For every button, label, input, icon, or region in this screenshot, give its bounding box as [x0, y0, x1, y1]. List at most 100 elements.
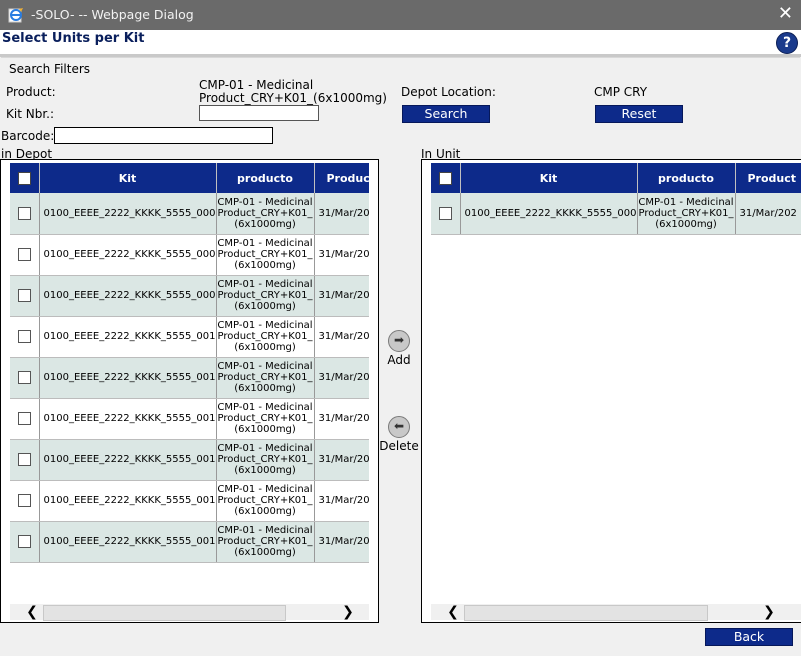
producto-cell: CMP-01 - Medicinal Product_CRY+K01_ (6x100… [637, 193, 736, 235]
kit-cell: 0100_EEEE_2222_KKKK_5555_0008 [39, 234, 217, 276]
producto-line: Product_CRY+K01_ [217, 495, 313, 506]
search-filters-panel: Search Filters Product: CMP-01 - Medicin… [1, 57, 800, 128]
select-all-header [431, 163, 461, 193]
table-row[interactable]: 0100_EEEE_2222_KKKK_5555_0009 CMP-01 - Me… [10, 275, 369, 317]
producto-cell: CMP-01 - Medicinal Product_CRY+K01_ (6x100… [216, 316, 315, 358]
back-button[interactable]: Back [705, 628, 793, 646]
row-select-cell [10, 521, 40, 563]
producto-line: (6x1000mg) [234, 260, 296, 271]
scroll-right-icon[interactable]: ❯ [761, 604, 777, 620]
producto-cell: CMP-01 - Medicinal Product_CRY+K01_ (6x100… [216, 357, 315, 399]
table-row[interactable]: 0100_EEEE_2222_KKKK_5555_0011 CMP-01 - Me… [10, 357, 369, 399]
scroll-left-icon[interactable]: ❮ [24, 604, 40, 620]
producto-line: Product_CRY+K01_ [638, 207, 734, 219]
kit-cell: 0100_EEEE_2222_KKKK_5555_0015 [39, 521, 217, 563]
row-checkbox[interactable] [17, 453, 31, 466]
help-icon[interactable]: ? [776, 32, 798, 54]
kit-column-header[interactable]: Kit [39, 163, 217, 193]
table-row[interactable]: 0100_EEEE_2222_KKKK_5555_0006 CMP-01 - Me… [431, 193, 801, 235]
producto-line: CMP-01 - Medicinal [638, 196, 734, 208]
row-checkbox[interactable] [17, 289, 31, 302]
delete-button[interactable]: ⬅ Delete [379, 416, 419, 453]
producto-line: CMP-01 - Medicinal [217, 361, 313, 372]
add-button[interactable]: ➡ Add [381, 330, 417, 367]
page-header: Select Units per Kit ? [0, 30, 801, 57]
product-column-header[interactable]: Product [735, 163, 801, 193]
select-all-checkbox[interactable] [438, 171, 452, 185]
product-date-cell: 31/Mar/202 [314, 357, 369, 399]
row-checkbox[interactable] [17, 330, 31, 343]
row-select-cell [10, 357, 40, 399]
reset-button[interactable]: Reset [595, 105, 683, 123]
product-value-line1: CMP-01 - Medicinal [199, 78, 314, 92]
producto-cell: CMP-01 - Medicinal Product_CRY+K01_ (6x100… [216, 521, 315, 563]
select-all-checkbox[interactable] [17, 171, 31, 185]
kit-cell: 0100_EEEE_2222_KKKK_5555_0006 [460, 193, 638, 235]
table-row[interactable]: 0100_EEEE_2222_KKKK_5555_0010 CMP-01 - Me… [10, 316, 369, 358]
producto-line: CMP-01 - Medicinal [217, 196, 313, 208]
product-date-cell: 31/Mar/202 [735, 193, 801, 235]
row-checkbox[interactable] [17, 206, 31, 220]
scroll-right-icon[interactable]: ❯ [340, 604, 356, 620]
producto-line: Product_CRY+K01_ [217, 454, 313, 465]
in-depot-rows: 0100_EEEE_2222_KKKK_5555_0007 CMP-01 - Me… [10, 193, 369, 563]
producto-line: Product_CRY+K01_ [217, 249, 313, 260]
producto-line: (6x1000mg) [234, 424, 296, 435]
producto-cell: CMP-01 - Medicinal Product_CRY+K01_ (6x100… [216, 275, 315, 317]
table-row[interactable]: 0100_EEEE_2222_KKKK_5555_0008 CMP-01 - Me… [10, 234, 369, 276]
producto-cell: CMP-01 - Medicinal Product_CRY+K01_ (6x100… [216, 193, 315, 235]
row-select-cell [431, 193, 461, 235]
producto-line: CMP-01 - Medicinal [217, 484, 313, 495]
table-row[interactable]: 0100_EEEE_2222_KKKK_5555_0014 CMP-01 - Me… [10, 480, 369, 522]
producto-line: (6x1000mg) [655, 218, 717, 230]
table-row[interactable]: 0100_EEEE_2222_KKKK_5555_0012 CMP-01 - Me… [10, 398, 369, 440]
producto-line: Product_CRY+K01_ [217, 207, 313, 219]
ie-app-icon [8, 7, 24, 23]
add-label: Add [387, 353, 411, 367]
delete-label: Delete [379, 439, 419, 453]
arrow-left-circle-icon: ⬅ [388, 416, 410, 438]
producto-line: Product_CRY+K01_ [217, 372, 313, 383]
dialog-body: Search Filters Product: CMP-01 - Medicin… [0, 57, 801, 656]
in-unit-hscrollbar[interactable]: ❮ ❯ [431, 604, 801, 621]
kit-cell: 0100_EEEE_2222_KKKK_5555_0014 [39, 480, 217, 522]
row-checkbox[interactable] [438, 206, 452, 220]
producto-cell: CMP-01 - Medicinal Product_CRY+K01_ (6x100… [216, 234, 315, 276]
close-icon[interactable]: ✕ [778, 5, 793, 23]
scroll-thumb[interactable] [464, 605, 708, 621]
producto-line: CMP-01 - Medicinal [217, 443, 313, 454]
table-row[interactable]: 0100_EEEE_2222_KKKK_5555_0013 CMP-01 - Me… [10, 439, 369, 481]
kit-number-input[interactable] [199, 105, 319, 121]
search-button[interactable]: Search [402, 105, 490, 123]
kit-cell: 0100_EEEE_2222_KKKK_5555_0013 [39, 439, 217, 481]
kit-cell: 0100_EEEE_2222_KKKK_5555_0009 [39, 275, 217, 317]
table-row[interactable]: 0100_EEEE_2222_KKKK_5555_0015 CMP-01 - Me… [10, 521, 369, 563]
table-row[interactable]: 0100_EEEE_2222_KKKK_5555_0007 CMP-01 - Me… [10, 193, 369, 235]
kit-column-header[interactable]: Kit [460, 163, 638, 193]
kit-number-label: Kit Nbr.: [6, 107, 55, 121]
producto-line: (6x1000mg) [234, 547, 296, 558]
row-checkbox[interactable] [17, 371, 31, 384]
producto-column-header[interactable]: producto [216, 163, 315, 193]
in-depot-hscrollbar[interactable]: ❮ ❯ [10, 604, 369, 621]
producto-line: CMP-01 - Medicinal [217, 402, 313, 413]
barcode-input[interactable] [54, 127, 273, 144]
row-select-cell [10, 316, 40, 358]
select-all-header [10, 163, 40, 193]
row-checkbox[interactable] [17, 494, 31, 507]
producto-cell: CMP-01 - Medicinal Product_CRY+K01_ (6x100… [216, 398, 315, 440]
arrow-right-circle-icon: ➡ [388, 330, 410, 352]
row-checkbox[interactable] [17, 412, 31, 425]
row-checkbox[interactable] [17, 248, 31, 261]
in-unit-table: Kit producto Product 0100_EEEE_2222_KKKK… [431, 163, 801, 235]
scroll-left-icon[interactable]: ❮ [445, 604, 461, 620]
product-column-header[interactable]: Product [314, 163, 369, 193]
product-date-cell: 31/Mar/202 [314, 480, 369, 522]
row-checkbox[interactable] [17, 535, 31, 548]
producto-column-header[interactable]: producto [637, 163, 736, 193]
producto-line: (6x1000mg) [234, 342, 296, 353]
kit-cell: 0100_EEEE_2222_KKKK_5555_0012 [39, 398, 217, 440]
in-unit-rows: 0100_EEEE_2222_KKKK_5555_0006 CMP-01 - Me… [431, 193, 801, 235]
producto-line: (6x1000mg) [234, 383, 296, 394]
scroll-thumb[interactable] [43, 605, 286, 621]
